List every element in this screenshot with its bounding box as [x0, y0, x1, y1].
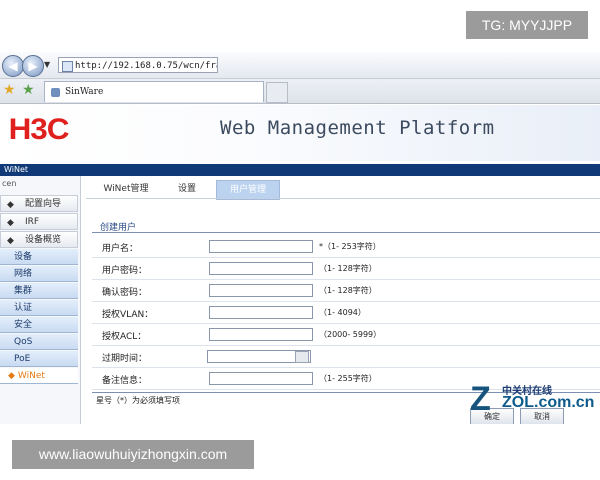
required-note: 星号（*）为必须填写项 — [96, 396, 180, 405]
favorites-star-icon[interactable]: ★ — [3, 82, 16, 98]
tab-winet-manage[interactable]: WiNet管理 — [92, 180, 160, 198]
active-bullet-icon: ◆ — [8, 371, 15, 381]
tab-page-icon — [51, 88, 60, 97]
forward-arrow-icon: ▶ — [28, 59, 38, 73]
zol-en-text: ZOL.com.cn — [502, 394, 595, 411]
zol-z-letter: Z — [470, 380, 491, 418]
sidebar: cen ◆ 配置向导 ◆ IRF ◆ 设备概览 设备 网络 集群 认证 安全 QoS … — [0, 176, 81, 424]
sidebar-item-device[interactable]: 设备 — [0, 249, 78, 265]
tab-settings[interactable]: 设置 — [162, 180, 212, 198]
form-row-password: 用户密码： （1- 128字符） — [92, 259, 600, 280]
sidebar-group-label: 配置向导 — [25, 199, 62, 209]
vlan-hint: （1- 4094） — [319, 308, 366, 317]
app-header: H3C Web Management Platform — [0, 105, 600, 161]
new-tab-button[interactable] — [266, 82, 288, 103]
expiry-label: 过期时间： — [102, 354, 148, 364]
status-bar: WiNet — [0, 164, 600, 176]
expand-icon: ◆ — [7, 236, 14, 246]
tab-divider — [86, 198, 600, 199]
back-arrow-icon: ◀ — [8, 59, 18, 73]
history-dropdown-icon[interactable]: ▼ — [44, 60, 50, 69]
form-row-confirm-password: 确认密码： （1- 128字符） — [92, 281, 600, 302]
password-input[interactable] — [209, 262, 313, 275]
sidebar-item-cluster[interactable]: 集群 — [0, 283, 78, 299]
password-label: 用户密码： — [102, 266, 148, 276]
sidebar-group-label: 设备概览 — [25, 235, 62, 245]
browser-tab[interactable]: SinWare — [44, 81, 264, 102]
form-row-expiry: 过期时间： — [92, 347, 600, 368]
content-tabs: WiNet管理 设置 用户管理 — [86, 180, 600, 200]
acl-input[interactable] — [209, 328, 313, 341]
page-icon — [62, 61, 73, 72]
expand-icon: ◆ — [7, 218, 14, 228]
sidebar-group-irf[interactable]: ◆ IRF — [0, 213, 78, 230]
acl-label: 授权ACL： — [102, 332, 147, 342]
sidebar-item-poe[interactable]: PoE — [0, 351, 78, 367]
zol-watermark-logo: Z 中关村在线 ZOL.com.cn — [470, 380, 594, 420]
vlan-input[interactable] — [209, 306, 313, 319]
browser-tabbar: ★ ★ SinWare — [0, 79, 600, 104]
forward-button[interactable]: ▶ — [22, 55, 44, 77]
confirm-password-input[interactable] — [209, 284, 313, 297]
vlan-label: 授权VLAN： — [102, 310, 154, 320]
confirm-password-hint: （1- 128字符） — [319, 286, 377, 295]
username-input[interactable] — [209, 240, 313, 253]
form-row-acl: 授权ACL： （2000- 5999） — [92, 325, 600, 346]
tab-title: SinWare — [65, 87, 104, 97]
browser-window: ◀ ▶ ▼ http://192.168.0.75/wcn/frame/.x ★… — [0, 52, 600, 424]
tab-user-manage[interactable]: 用户管理 — [216, 180, 280, 200]
username-label: 用户名： — [102, 244, 139, 254]
remark-input[interactable] — [209, 372, 313, 385]
acl-hint: （2000- 5999） — [319, 330, 382, 339]
form-row-vlan: 授权VLAN： （1- 4094） — [92, 303, 600, 324]
add-favorite-icon[interactable]: ★ — [22, 82, 35, 98]
sidebar-item-winet[interactable]: ◆ WiNet — [0, 368, 78, 384]
sidebar-item-security[interactable]: 安全 — [0, 317, 78, 333]
sidebar-item-qos[interactable]: QoS — [0, 334, 78, 350]
remark-hint: （1- 255字符） — [319, 374, 377, 383]
address-bar[interactable]: http://192.168.0.75/wcn/frame/.x — [58, 57, 218, 73]
sidebar-item-network[interactable]: 网络 — [0, 266, 78, 282]
browser-navbar: ◀ ▶ ▼ http://192.168.0.75/wcn/frame/.x — [0, 52, 600, 79]
sidebar-top-label: cen — [2, 179, 17, 188]
sidebar-group-overview[interactable]: ◆ 设备概览 — [0, 231, 78, 248]
watermark-bottom: www.liaowuhuiyizhongxin.com — [12, 440, 254, 469]
username-hint: *（1- 253字符） — [319, 242, 381, 251]
form-row-username: 用户名： *（1- 253字符） — [92, 237, 600, 258]
expand-icon: ◆ — [7, 200, 14, 210]
form-divider — [92, 232, 600, 233]
sidebar-item-label: WiNet — [17, 371, 45, 381]
sidebar-group-wizard[interactable]: ◆ 配置向导 — [0, 195, 78, 212]
platform-title: Web Management Platform — [220, 117, 495, 139]
confirm-password-label: 确认密码： — [102, 288, 148, 298]
sidebar-item-auth[interactable]: 认证 — [0, 300, 78, 316]
sidebar-group-label: IRF — [25, 217, 40, 227]
password-hint: （1- 128字符） — [319, 264, 377, 273]
remark-label: 备注信息： — [102, 376, 148, 386]
calendar-icon[interactable] — [295, 351, 309, 363]
back-button[interactable]: ◀ — [2, 55, 24, 77]
h3c-logo: H3C — [8, 113, 70, 146]
address-text: http://192.168.0.75/wcn/frame/.x — [75, 61, 217, 71]
watermark-top: TG: MYYJJPP — [466, 11, 588, 39]
